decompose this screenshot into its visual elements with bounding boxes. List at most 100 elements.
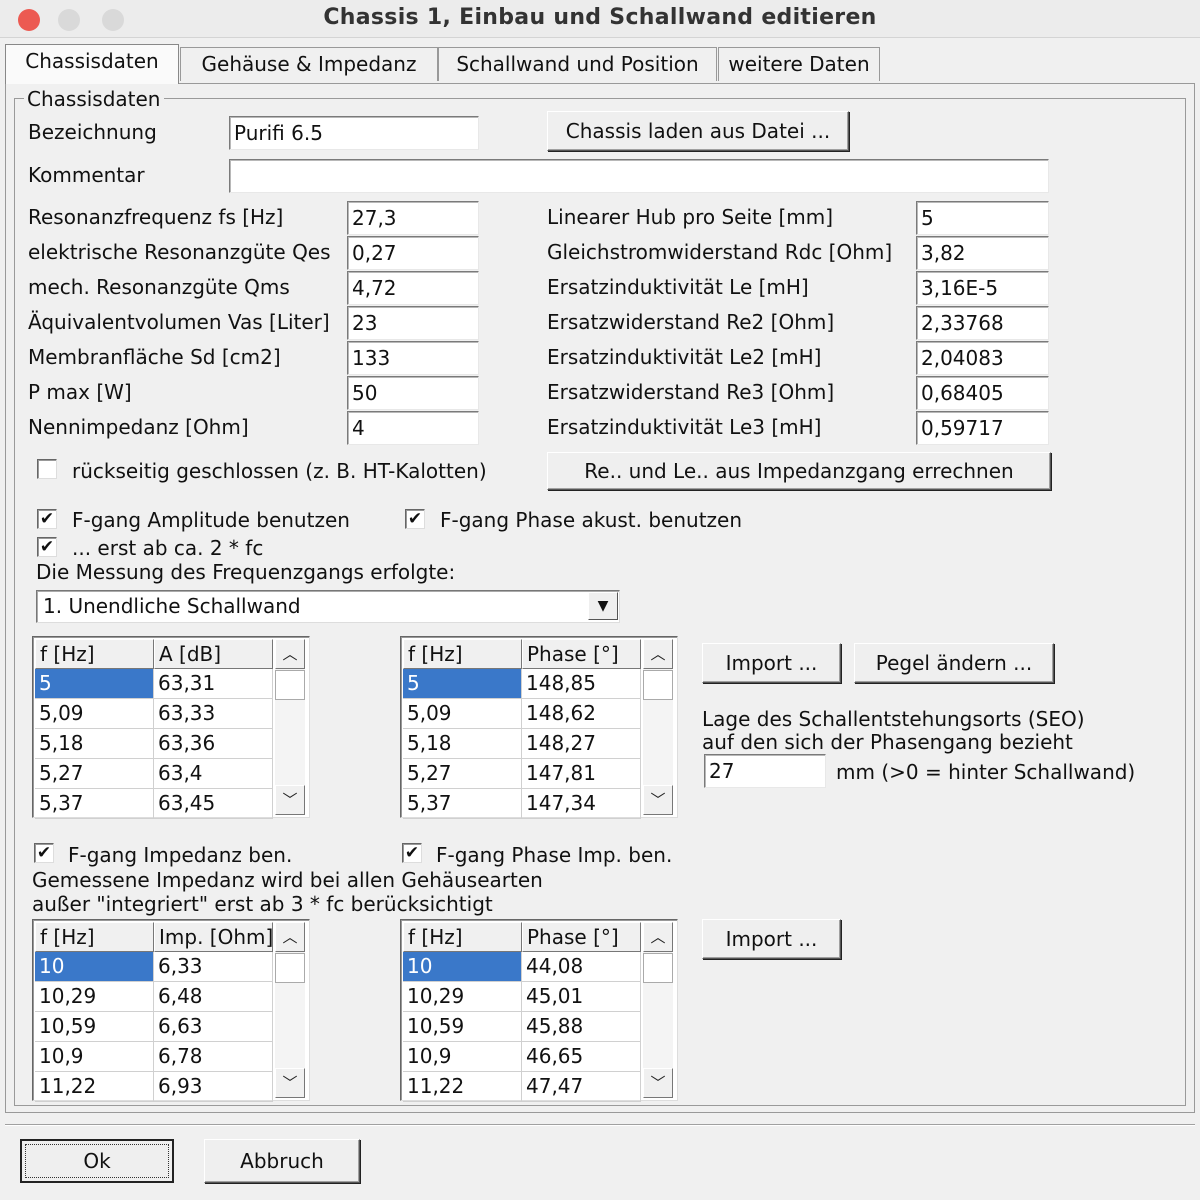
table-cell[interactable]: 10,29 — [403, 982, 522, 1012]
table-cell[interactable]: 147,81 — [522, 759, 641, 789]
pegel-aendern-button[interactable]: Pegel ändern ... — [854, 643, 1054, 683]
tab-schallwand-position[interactable]: Schallwand und Position — [438, 47, 717, 81]
table-cell[interactable]: 5 — [403, 669, 522, 699]
fgang-impedanz-checkbox[interactable]: ✔ — [34, 843, 54, 863]
table-cell[interactable]: 10,9 — [35, 1042, 154, 1072]
re2-field[interactable]: 2,33768 — [916, 306, 1049, 340]
scroll-down-icon[interactable]: ﹀ — [275, 785, 305, 815]
le2-field[interactable]: 2,04083 — [916, 341, 1049, 375]
tab-gehaeuse-impedanz[interactable]: Gehäuse & Impedanz — [180, 47, 438, 81]
table-cell[interactable]: 5 — [35, 669, 154, 699]
fgang-phase-imp-checkbox[interactable]: ✔ — [402, 843, 422, 863]
import-impedance-button[interactable]: Import ... — [702, 919, 841, 959]
scroll-up-icon[interactable]: ︿ — [275, 922, 305, 952]
table-cell[interactable]: 6,33 — [154, 952, 273, 982]
table-cell[interactable]: 148,62 — [522, 699, 641, 729]
table-cell[interactable]: 10,29 — [35, 982, 154, 1012]
table-cell[interactable]: 45,88 — [522, 1012, 641, 1042]
fgang-amplitude-checkbox[interactable]: ✔ — [37, 509, 57, 529]
table-cell[interactable]: 10,59 — [35, 1012, 154, 1042]
scroll-thumb[interactable] — [275, 953, 305, 983]
table-cell[interactable]: 5,37 — [403, 789, 522, 819]
table-cell[interactable]: 148,27 — [522, 729, 641, 759]
combo-arrow-icon[interactable]: ▼ — [588, 592, 618, 620]
scroll-down-icon[interactable]: ﹀ — [643, 1068, 673, 1098]
cancel-button[interactable]: Abbruch — [204, 1139, 360, 1183]
table-cell[interactable]: 147,34 — [522, 789, 641, 819]
table-cell[interactable]: 11,22 — [403, 1072, 522, 1102]
table-cell[interactable]: 10 — [35, 952, 154, 982]
table-cell[interactable]: 63,33 — [154, 699, 273, 729]
kommentar-field[interactable] — [229, 159, 1049, 193]
table-cell[interactable]: 63,31 — [154, 669, 273, 699]
tab-weitere-daten[interactable]: weitere Daten — [718, 47, 880, 81]
qms-field[interactable]: 4,72 — [347, 271, 479, 305]
table-cell[interactable]: 6,48 — [154, 982, 273, 1012]
table-cell[interactable]: 5,27 — [35, 759, 154, 789]
seo-field[interactable]: 27 — [704, 754, 826, 788]
table-cell[interactable]: 5,09 — [403, 699, 522, 729]
sd-field[interactable]: 133 — [347, 341, 479, 375]
table-cell[interactable]: 5,37 — [35, 789, 154, 819]
pmax-field[interactable]: 50 — [347, 376, 479, 410]
table-cell[interactable]: 45,01 — [522, 982, 641, 1012]
scroll-up-icon[interactable]: ︿ — [643, 639, 673, 669]
table-cell[interactable]: 46,65 — [522, 1042, 641, 1072]
table-cell[interactable]: 11,22 — [35, 1072, 154, 1102]
fs-field[interactable]: 27,3 — [347, 201, 479, 235]
param-label: Ersatzwiderstand Re3 [Ohm] — [547, 380, 835, 404]
table-cell[interactable]: 10 — [403, 952, 522, 982]
impedance-phase-table[interactable]: f [Hz] Phase [°] 10 44,08 10,29 45,01 10… — [400, 919, 678, 1102]
xmax-field[interactable]: 5 — [916, 201, 1049, 235]
scroll-down-icon[interactable]: ﹀ — [275, 1068, 305, 1098]
table-cell[interactable]: 63,36 — [154, 729, 273, 759]
measurement-select[interactable]: 1. Unendliche Schallwand ▼ — [36, 590, 620, 623]
param-label: Äquivalentvolumen Vas [Liter] — [28, 310, 330, 334]
bezeichnung-label: Bezeichnung — [28, 120, 157, 144]
table-cell[interactable]: 5,27 — [403, 759, 522, 789]
amp-scrollbar[interactable]: ︿ ﹀ — [275, 639, 305, 815]
scroll-thumb[interactable] — [643, 953, 673, 983]
table-cell[interactable]: 10,59 — [403, 1012, 522, 1042]
nennimpedanz-field[interactable]: 4 — [347, 411, 479, 445]
scroll-up-icon[interactable]: ︿ — [275, 639, 305, 669]
phase-table[interactable]: f [Hz] Phase [°] 5 148,85 5,09 148,62 5,… — [400, 636, 678, 819]
qes-field[interactable]: 0,27 — [347, 236, 479, 270]
scroll-down-icon[interactable]: ﹀ — [643, 785, 673, 815]
table-cell[interactable]: 5,18 — [35, 729, 154, 759]
ok-button[interactable]: Ok — [20, 1139, 174, 1183]
scroll-thumb[interactable] — [275, 670, 305, 700]
vas-field[interactable]: 23 — [347, 306, 479, 340]
chassis-laden-button[interactable]: Chassis laden aus Datei ... — [547, 111, 849, 151]
table-cell[interactable]: 44,08 — [522, 952, 641, 982]
table-cell[interactable]: 6,63 — [154, 1012, 273, 1042]
table-cell[interactable]: 5,09 — [35, 699, 154, 729]
table-cell[interactable]: 5,18 — [403, 729, 522, 759]
calc-re-le-button[interactable]: Re.. und Le.. aus Impedanzgang errechnen — [547, 452, 1051, 490]
table-cell[interactable]: 63,4 — [154, 759, 273, 789]
le-field[interactable]: 3,16E-5 — [916, 271, 1049, 305]
erst-ab-checkbox[interactable]: ✔ — [37, 537, 57, 557]
table-cell[interactable]: 148,85 — [522, 669, 641, 699]
phase-scrollbar[interactable]: ︿ ﹀ — [643, 639, 673, 815]
impedance-table[interactable]: f [Hz] Imp. [Ohm] 10 6,33 10,29 6,48 10,… — [32, 919, 310, 1102]
table-cell[interactable]: 10,9 — [403, 1042, 522, 1072]
fgang-phase-checkbox[interactable]: ✔ — [405, 509, 425, 529]
amplitude-table[interactable]: f [Hz] A [dB] 5 63,31 5,09 63,33 5,18 63… — [32, 636, 310, 819]
le3-field[interactable]: 0,59717 — [916, 411, 1049, 445]
rear-closed-checkbox[interactable] — [37, 459, 57, 479]
table-cell[interactable]: 63,45 — [154, 789, 273, 819]
scroll-thumb[interactable] — [643, 670, 673, 700]
imp-phase-scrollbar[interactable]: ︿ ﹀ — [643, 922, 673, 1098]
scroll-up-icon[interactable]: ︿ — [643, 922, 673, 952]
tab-chassisdaten[interactable]: Chassisdaten — [5, 44, 179, 84]
table-cell[interactable]: 47,47 — [522, 1072, 641, 1102]
rdc-field[interactable]: 3,82 — [916, 236, 1049, 270]
import-fgang-button[interactable]: Import ... — [702, 643, 841, 683]
table-cell[interactable]: 6,93 — [154, 1072, 273, 1102]
imp-scrollbar[interactable]: ︿ ﹀ — [275, 922, 305, 1098]
re3-field[interactable]: 0,68405 — [916, 376, 1049, 410]
erst-ab-label: ... erst ab ca. 2 * fc — [72, 536, 264, 560]
table-cell[interactable]: 6,78 — [154, 1042, 273, 1072]
bezeichnung-field[interactable]: Purifi 6.5 — [229, 116, 479, 150]
